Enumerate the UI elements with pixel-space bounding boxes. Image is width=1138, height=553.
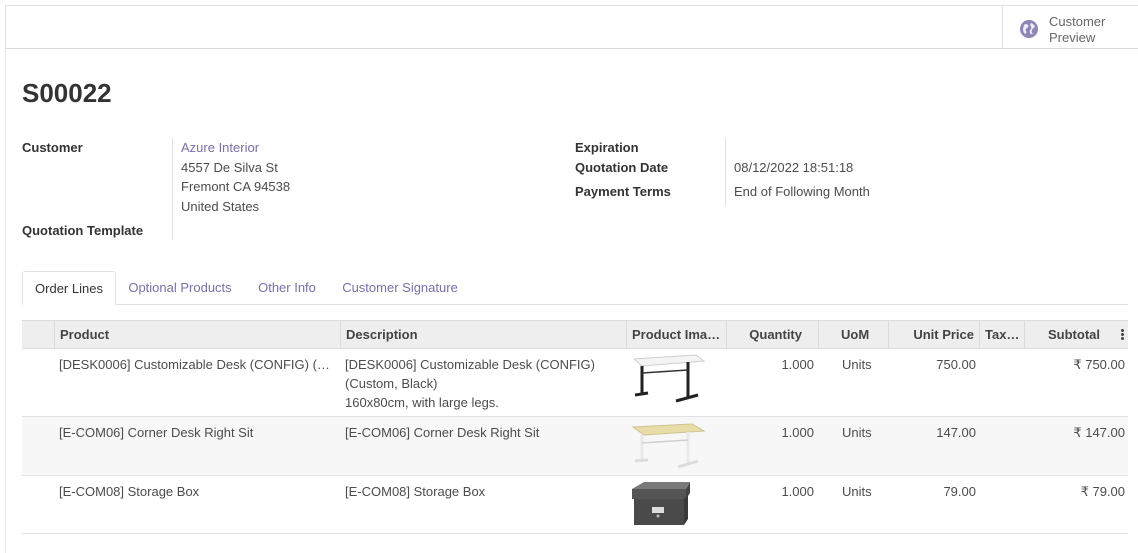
row-quantity: 1.000 — [781, 484, 814, 499]
row-unit-price: 147.00 — [936, 425, 976, 440]
table-row[interactable]: [E-COM08] Storage Box [E-COM08] Storage … — [22, 476, 1128, 534]
black-desk-image — [630, 353, 706, 405]
description-line: 160x80cm, with large legs. — [345, 395, 499, 410]
row-quantity: 1.000 — [781, 425, 814, 440]
storage-box-image — [632, 482, 690, 525]
field-separator — [725, 138, 726, 206]
address-line1: 4557 De Silva St — [181, 160, 278, 175]
description-line: (Custom, Black) — [345, 376, 438, 391]
corner-desk-image — [630, 421, 706, 473]
control-panel: Customer Preview — [5, 5, 1138, 49]
row-product: [E-COM08] Storage Box — [59, 484, 200, 499]
notebook-tabs: Order Lines Optional Products Other Info… — [22, 271, 1128, 305]
preview-label-line2: Preview — [1049, 30, 1096, 45]
column-header-subtotal[interactable]: Subtotal — [1025, 321, 1128, 348]
row-product: [E-COM06] Corner Desk Right Sit — [59, 425, 254, 440]
row-description: [E-COM06] Corner Desk Right Sit — [345, 423, 625, 442]
customer-label: Customer — [22, 140, 83, 155]
order-title: S00022 — [22, 78, 112, 108]
quotation-date-label: Quotation Date — [575, 160, 669, 175]
tab-other-info[interactable]: Other Info — [250, 271, 324, 304]
expiration-label: Expiration — [575, 140, 639, 155]
address-line2: Fremont CA 94538 — [181, 179, 291, 194]
description-line: [DESK0006] Customizable Desk (CONFIG) — [345, 357, 595, 372]
tab-order-lines[interactable]: Order Lines — [22, 271, 116, 305]
row-description: [E-COM08] Storage Box — [345, 482, 625, 501]
quotation-template-label: Quotation Template — [22, 223, 144, 238]
row-subtotal: ₹ 147.00 — [1073, 425, 1125, 440]
field-separator — [172, 138, 173, 240]
handle-column-header — [22, 321, 55, 348]
row-product: [DESK0006] Customizable Desk (CONFIG) (… — [59, 357, 330, 372]
payment-terms-value: End of Following Month — [734, 184, 870, 199]
table-header: Product Description Product Ima… Quantit… — [22, 320, 1128, 349]
row-subtotal: ₹ 79.00 — [1080, 484, 1125, 499]
customer-preview-label: Customer Preview — [1049, 14, 1129, 46]
preview-label-line1: Customer — [1049, 14, 1106, 29]
row-quantity: 1.000 — [781, 357, 814, 372]
column-header-unit-price[interactable]: Unit Price — [889, 321, 980, 348]
payment-terms-label: Payment Terms — [575, 184, 671, 199]
row-uom: Units — [842, 484, 872, 499]
row-uom: Units — [842, 357, 872, 372]
row-description: [DESK0006] Customizable Desk (CONFIG) (C… — [345, 355, 625, 412]
sheet-border — [5, 49, 6, 553]
row-unit-price: 79.00 — [943, 484, 976, 499]
column-header-uom[interactable]: UoM — [819, 321, 889, 348]
tab-optional-products[interactable]: Optional Products — [120, 271, 240, 304]
table-row[interactable]: [DESK0006] Customizable Desk (CONFIG) (…… — [22, 349, 1128, 417]
row-subtotal: ₹ 750.00 — [1073, 357, 1125, 372]
column-header-quantity[interactable]: Quantity — [727, 321, 819, 348]
quotation-date-value: 08/12/2022 18:51:18 — [734, 160, 854, 175]
column-header-product[interactable]: Product — [55, 321, 341, 348]
customer-name-link[interactable]: Azure Interior — [181, 140, 259, 155]
optional-columns-icon[interactable] — [1121, 329, 1125, 341]
address-line3: United States — [181, 199, 260, 214]
description-line: [E-COM06] Corner Desk Right Sit — [345, 425, 540, 440]
customer-preview-button[interactable]: Customer Preview — [1002, 6, 1138, 49]
column-header-description[interactable]: Description — [341, 321, 627, 348]
column-header-image[interactable]: Product Ima… — [627, 321, 727, 348]
table-row[interactable]: [E-COM06] Corner Desk Right Sit [E-COM06… — [22, 417, 1128, 476]
row-unit-price: 750.00 — [936, 357, 976, 372]
globe-icon — [1020, 20, 1038, 38]
row-uom: Units — [842, 425, 872, 440]
column-header-tax[interactable]: Tax… — [980, 321, 1025, 348]
tab-customer-signature[interactable]: Customer Signature — [334, 271, 466, 304]
description-line: [E-COM08] Storage Box — [345, 484, 486, 499]
